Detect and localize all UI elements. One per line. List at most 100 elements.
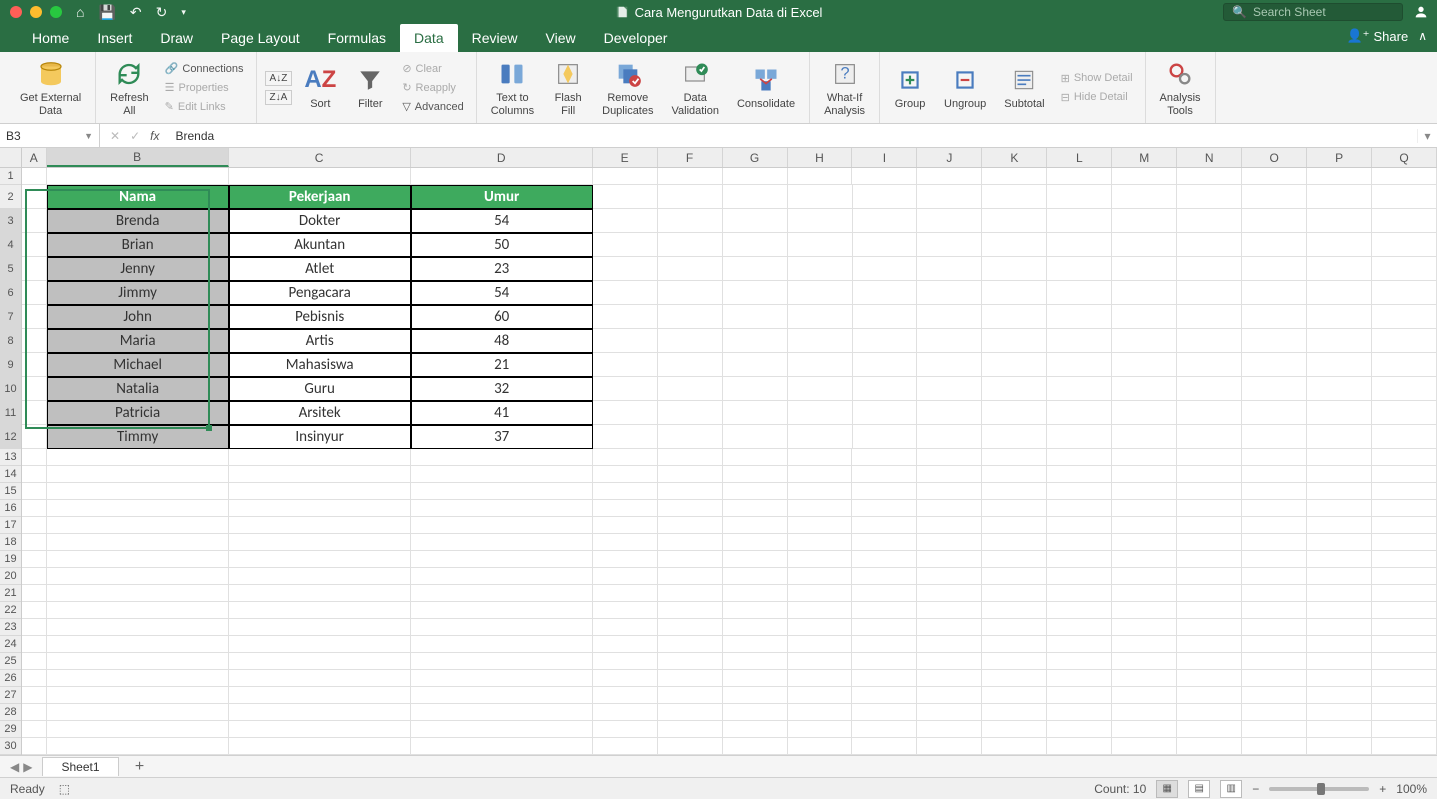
cell-I30[interactable] bbox=[852, 738, 917, 755]
cell-K5[interactable] bbox=[982, 257, 1047, 281]
cell-O8[interactable] bbox=[1242, 329, 1307, 353]
cell-E6[interactable] bbox=[593, 281, 658, 305]
row-header-27[interactable]: 27 bbox=[0, 687, 21, 704]
column-header-N[interactable]: N bbox=[1177, 148, 1242, 167]
cell-H20[interactable] bbox=[788, 568, 853, 585]
row-header-14[interactable]: 14 bbox=[0, 466, 21, 483]
cell-I5[interactable] bbox=[853, 257, 918, 281]
cell-J30[interactable] bbox=[917, 738, 982, 755]
cell-P15[interactable] bbox=[1307, 483, 1372, 500]
cell-L10[interactable] bbox=[1047, 377, 1112, 401]
cell-L9[interactable] bbox=[1047, 353, 1112, 377]
page-layout-view-button[interactable]: ▤ bbox=[1188, 780, 1210, 798]
cell-L16[interactable] bbox=[1047, 500, 1112, 517]
cell-J19[interactable] bbox=[917, 551, 982, 568]
cell-I12[interactable] bbox=[853, 425, 918, 449]
cell-C25[interactable] bbox=[229, 653, 411, 670]
cell-N27[interactable] bbox=[1177, 687, 1242, 704]
search-input[interactable] bbox=[1253, 5, 1394, 19]
cell-N21[interactable] bbox=[1177, 585, 1242, 602]
tab-data[interactable]: Data bbox=[400, 24, 458, 52]
cell-E7[interactable] bbox=[593, 305, 658, 329]
cell-F6[interactable] bbox=[658, 281, 723, 305]
cell-O25[interactable] bbox=[1242, 653, 1307, 670]
column-header-C[interactable]: C bbox=[229, 148, 411, 167]
cell-H17[interactable] bbox=[788, 517, 853, 534]
cell-P2[interactable] bbox=[1307, 185, 1372, 209]
cell-P18[interactable] bbox=[1307, 534, 1372, 551]
remove-duplicates-button[interactable]: Remove Duplicates bbox=[596, 56, 659, 118]
cell-B19[interactable] bbox=[47, 551, 229, 568]
cell-P4[interactable] bbox=[1307, 233, 1372, 257]
cell-N24[interactable] bbox=[1177, 636, 1242, 653]
cell-G26[interactable] bbox=[723, 670, 788, 687]
cell-Q2[interactable] bbox=[1372, 185, 1437, 209]
cell-D19[interactable] bbox=[411, 551, 593, 568]
cell-E1[interactable] bbox=[593, 168, 658, 185]
cell-F23[interactable] bbox=[658, 619, 723, 636]
cell-J16[interactable] bbox=[917, 500, 982, 517]
cell-B21[interactable] bbox=[47, 585, 229, 602]
row-header-28[interactable]: 28 bbox=[0, 704, 21, 721]
cell-F12[interactable] bbox=[658, 425, 723, 449]
cell-N7[interactable] bbox=[1177, 305, 1242, 329]
cell-Q16[interactable] bbox=[1372, 500, 1437, 517]
cell-E25[interactable] bbox=[593, 653, 658, 670]
cell-L4[interactable] bbox=[1047, 233, 1112, 257]
cell-M27[interactable] bbox=[1112, 687, 1177, 704]
cell-N8[interactable] bbox=[1177, 329, 1242, 353]
tab-draw[interactable]: Draw bbox=[146, 24, 207, 52]
cell-H11[interactable] bbox=[788, 401, 853, 425]
cell-L30[interactable] bbox=[1047, 738, 1112, 755]
group-button[interactable]: Group bbox=[888, 62, 932, 112]
cell-M26[interactable] bbox=[1112, 670, 1177, 687]
cell-J8[interactable] bbox=[917, 329, 982, 353]
cell-N30[interactable] bbox=[1177, 738, 1242, 755]
row-header-12[interactable]: 12 bbox=[0, 425, 21, 449]
column-header-H[interactable]: H bbox=[788, 148, 853, 167]
cell-Q4[interactable] bbox=[1372, 233, 1437, 257]
expand-formula-bar-icon[interactable]: ▾ bbox=[1417, 129, 1437, 143]
cell-N18[interactable] bbox=[1177, 534, 1242, 551]
cell-L11[interactable] bbox=[1047, 401, 1112, 425]
cell-G5[interactable] bbox=[723, 257, 788, 281]
cell-M24[interactable] bbox=[1112, 636, 1177, 653]
row-header-1[interactable]: 1 bbox=[0, 168, 21, 185]
cell-K25[interactable] bbox=[982, 653, 1047, 670]
cell-F13[interactable] bbox=[658, 449, 723, 466]
cell-E2[interactable] bbox=[593, 185, 658, 209]
cell-P7[interactable] bbox=[1307, 305, 1372, 329]
cell-J25[interactable] bbox=[917, 653, 982, 670]
cell-Q17[interactable] bbox=[1372, 517, 1437, 534]
cell-M8[interactable] bbox=[1112, 329, 1177, 353]
cell-L26[interactable] bbox=[1047, 670, 1112, 687]
cell-C30[interactable] bbox=[229, 738, 411, 755]
get-external-data-button[interactable]: Get External Data bbox=[14, 56, 87, 118]
column-header-Q[interactable]: Q bbox=[1372, 148, 1437, 167]
search-sheet-box[interactable]: 🔍 bbox=[1223, 3, 1403, 21]
cell-F21[interactable] bbox=[658, 585, 723, 602]
cell-F9[interactable] bbox=[658, 353, 723, 377]
cell-C23[interactable] bbox=[229, 619, 411, 636]
cell-N9[interactable] bbox=[1177, 353, 1242, 377]
cell-C14[interactable] bbox=[229, 466, 411, 483]
cell-I14[interactable] bbox=[852, 466, 917, 483]
cell-L15[interactable] bbox=[1047, 483, 1112, 500]
cell-C28[interactable] bbox=[229, 704, 411, 721]
cell-B9[interactable]: Michael bbox=[47, 353, 229, 377]
clear-filter-button[interactable]: ⊘Clear bbox=[398, 60, 446, 77]
cell-I22[interactable] bbox=[852, 602, 917, 619]
cell-Q11[interactable] bbox=[1372, 401, 1437, 425]
cell-J29[interactable] bbox=[917, 721, 982, 738]
cell-M16[interactable] bbox=[1112, 500, 1177, 517]
cell-H21[interactable] bbox=[788, 585, 853, 602]
cell-G17[interactable] bbox=[723, 517, 788, 534]
cell-Q10[interactable] bbox=[1372, 377, 1437, 401]
cell-P17[interactable] bbox=[1307, 517, 1372, 534]
close-window-button[interactable] bbox=[10, 6, 22, 18]
cell-F27[interactable] bbox=[658, 687, 723, 704]
cell-O22[interactable] bbox=[1242, 602, 1307, 619]
cell-D8[interactable]: 48 bbox=[411, 329, 593, 353]
cell-B28[interactable] bbox=[47, 704, 229, 721]
cell-C20[interactable] bbox=[229, 568, 411, 585]
